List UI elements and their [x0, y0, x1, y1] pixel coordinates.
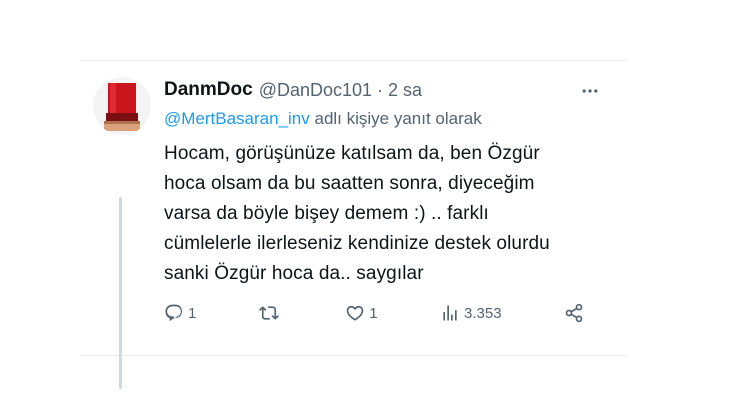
user-handle[interactable]: @DanDoc101 [259, 80, 372, 101]
share-button[interactable] [564, 303, 584, 323]
reply-count: 1 [188, 304, 197, 322]
reply-mention-link[interactable]: @MertBasaran_inv [164, 109, 310, 128]
tweet-header: DanmDoc @DanDoc101 · 2 sa [164, 77, 602, 103]
screenshot-frame: DanmDoc @DanDoc101 · 2 sa @MertBasaran_i… [0, 0, 730, 420]
separator-dot: · [377, 79, 384, 100]
share-icon [565, 303, 583, 323]
reply-context: @MertBasaran_inv adlı kişiye yanıt olara… [164, 109, 602, 129]
tweet-content: DanmDoc @DanDoc101 · 2 sa @MertBasaran_i… [164, 77, 602, 289]
thread-connector-line [119, 197, 122, 389]
reply-button[interactable]: 1 [164, 303, 196, 323]
heart-icon [346, 305, 364, 321]
reply-context-label: adlı kişiye yanıt olarak [309, 109, 482, 128]
avatar-image-icon [93, 77, 151, 135]
avatar-column [93, 77, 151, 135]
tweet-text: Hocam, görüşünüze katılsam da, ben Özgür… [164, 143, 550, 284]
retweet-icon [258, 306, 279, 320]
views-count: 3.353 [464, 304, 502, 322]
views-bar-chart-icon [443, 305, 457, 321]
tweet-card[interactable]: DanmDoc @DanDoc101 · 2 sa @MertBasaran_i… [80, 60, 628, 389]
timestamp[interactable]: 2 sa [388, 80, 422, 101]
like-count: 1 [369, 304, 378, 322]
views-button[interactable]: 3.353 [440, 303, 502, 323]
more-options-button[interactable] [578, 79, 602, 103]
like-button[interactable]: 1 [345, 303, 378, 323]
tweet-actions: 1 1 3.353 [164, 303, 584, 323]
more-horizontal-icon [582, 89, 598, 93]
retweet-button[interactable] [258, 303, 283, 323]
display-name[interactable]: DanmDoc [164, 79, 253, 101]
avatar[interactable] [93, 77, 151, 135]
reply-bubble-icon [165, 304, 183, 322]
